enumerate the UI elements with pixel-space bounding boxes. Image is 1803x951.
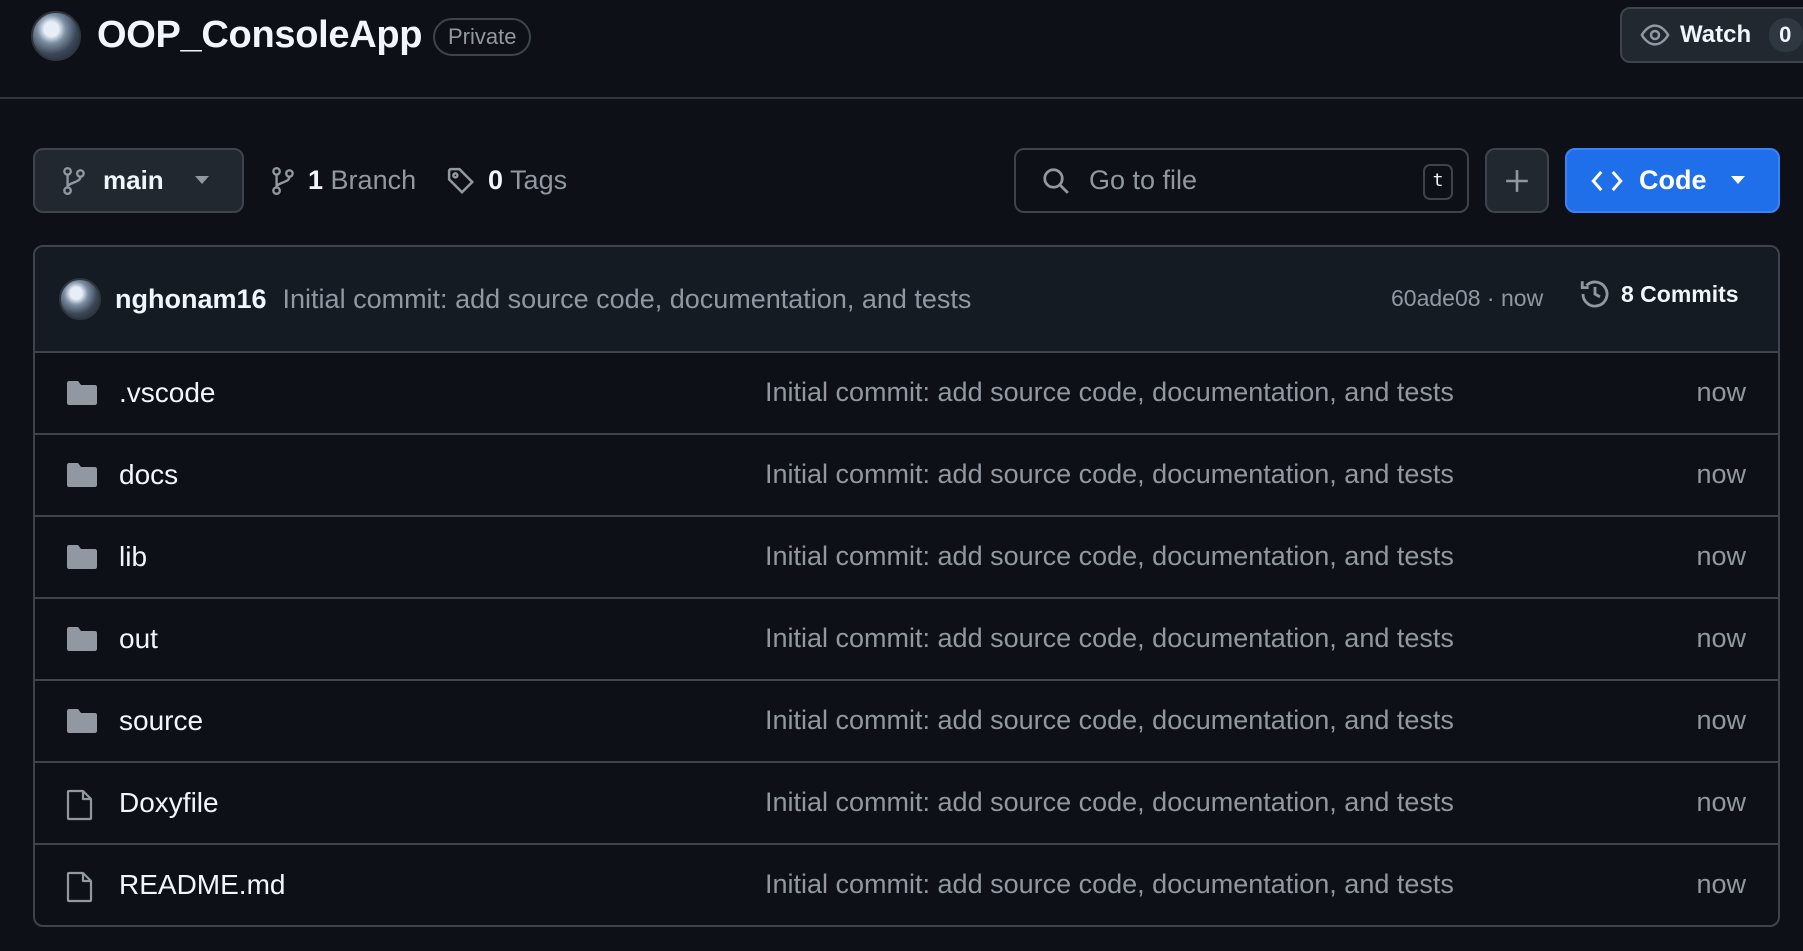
file-name[interactable]: out xyxy=(119,623,158,655)
git-branch-icon xyxy=(272,166,294,195)
folder-icon xyxy=(67,709,97,733)
add-file-button[interactable] xyxy=(1485,148,1549,213)
commit-message[interactable]: Initial commit: add source code, documen… xyxy=(283,284,972,315)
file-list: .vscode Initial commit: add source code,… xyxy=(35,353,1778,925)
file-icon xyxy=(66,871,93,903)
keyboard-shortcut-hint: t xyxy=(1423,164,1453,200)
file-icon xyxy=(66,789,93,821)
folder-icon xyxy=(67,463,97,487)
branch-name: main xyxy=(103,165,164,195)
code-button[interactable]: Code xyxy=(1565,148,1780,213)
repo-toolbar: main 1 Branch 0 Tags t Code xyxy=(0,148,1803,214)
file-name[interactable]: source xyxy=(119,705,203,737)
file-commit-time: now xyxy=(1696,541,1746,571)
chevron-down-icon xyxy=(195,176,209,184)
folder-icon xyxy=(67,545,97,569)
file-name[interactable]: docs xyxy=(119,459,178,491)
branch-selector[interactable]: main xyxy=(33,148,244,213)
go-to-file-input[interactable] xyxy=(1087,164,1411,197)
history-icon xyxy=(1580,280,1609,308)
plus-icon xyxy=(1506,169,1528,192)
commit-hash-time[interactable]: 60ade08 · now xyxy=(1391,285,1543,312)
file-name[interactable]: Doxyfile xyxy=(119,787,219,819)
file-name[interactable]: lib xyxy=(119,541,147,573)
file-row[interactable]: lib Initial commit: add source code, doc… xyxy=(35,517,1778,599)
watch-button[interactable]: Watch 0 xyxy=(1620,7,1803,63)
file-commit-time: now xyxy=(1696,623,1746,653)
file-row[interactable]: docs Initial commit: add source code, do… xyxy=(35,435,1778,517)
file-browser: nghonam16 Initial commit: add source cod… xyxy=(33,245,1780,927)
owner-avatar[interactable] xyxy=(31,11,81,61)
branch-count: 1 xyxy=(308,165,324,195)
file-commit-time: now xyxy=(1696,377,1746,407)
tag-icon xyxy=(447,167,475,194)
repo-header: OOP_ConsoleApp Private Watch 0 xyxy=(0,0,1803,99)
chevron-down-icon xyxy=(1731,176,1745,184)
file-commit-message[interactable]: Initial commit: add source code, documen… xyxy=(765,869,1454,900)
branches-link[interactable]: 1 Branch xyxy=(270,148,416,213)
latest-commit-bar: nghonam16 Initial commit: add source cod… xyxy=(35,247,1778,353)
go-to-file-search[interactable]: t xyxy=(1014,148,1469,213)
file-commit-message[interactable]: Initial commit: add source code, documen… xyxy=(765,459,1454,490)
file-row[interactable]: .vscode Initial commit: add source code,… xyxy=(35,353,1778,435)
tags-link[interactable]: 0 Tags xyxy=(446,148,567,213)
commits-history-link[interactable]: 8 Commits xyxy=(1578,277,1739,311)
file-row[interactable]: README.md Initial commit: add source cod… xyxy=(35,845,1778,925)
branch-label: Branch xyxy=(330,165,417,195)
visibility-badge: Private xyxy=(433,18,532,56)
file-commit-time: now xyxy=(1696,459,1746,489)
watch-label: Watch xyxy=(1680,21,1752,48)
eye-icon xyxy=(1640,24,1670,46)
file-commit-message[interactable]: Initial commit: add source code, documen… xyxy=(765,787,1454,818)
commits-count: 8 Commits xyxy=(1621,280,1739,307)
git-branch-icon xyxy=(63,166,85,195)
tag-label: Tags xyxy=(510,165,568,195)
repo-title[interactable]: OOP_ConsoleApp xyxy=(97,14,422,57)
code-button-label: Code xyxy=(1639,165,1707,195)
file-commit-time: now xyxy=(1696,787,1746,817)
code-brackets-icon xyxy=(1591,170,1623,191)
file-commit-message[interactable]: Initial commit: add source code, documen… xyxy=(765,541,1454,572)
file-row[interactable]: source Initial commit: add source code, … xyxy=(35,681,1778,763)
file-name[interactable]: README.md xyxy=(119,869,285,901)
file-commit-message[interactable]: Initial commit: add source code, documen… xyxy=(765,377,1454,408)
search-icon xyxy=(1043,167,1069,194)
tag-count: 0 xyxy=(488,165,504,195)
file-row[interactable]: out Initial commit: add source code, doc… xyxy=(35,599,1778,681)
file-name[interactable]: .vscode xyxy=(119,377,216,409)
watch-count: 0 xyxy=(1769,18,1803,52)
folder-icon xyxy=(67,627,97,651)
file-commit-message[interactable]: Initial commit: add source code, documen… xyxy=(765,623,1454,654)
file-commit-time: now xyxy=(1696,705,1746,735)
file-commit-time: now xyxy=(1696,869,1746,899)
author-avatar[interactable] xyxy=(59,278,101,320)
folder-icon xyxy=(67,381,97,405)
commit-author[interactable]: nghonam16 xyxy=(115,284,267,315)
file-commit-message[interactable]: Initial commit: add source code, documen… xyxy=(765,705,1454,736)
file-row[interactable]: Doxyfile Initial commit: add source code… xyxy=(35,763,1778,845)
